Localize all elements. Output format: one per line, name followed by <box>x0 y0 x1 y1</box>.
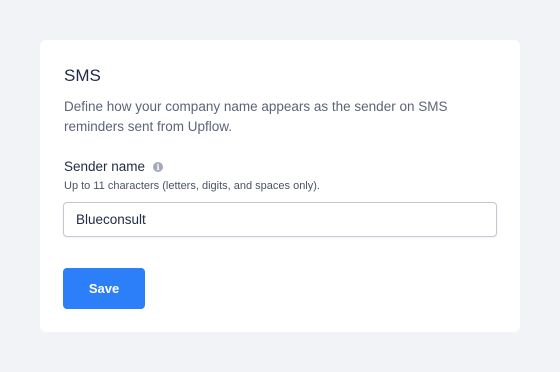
save-button[interactable]: Save <box>63 268 145 309</box>
info-icon[interactable]: i <box>153 161 164 172</box>
sender-name-hint: Up to 11 characters (letters, digits, an… <box>64 180 320 192</box>
section-description: Define how your company name appears as … <box>64 99 448 134</box>
section-title: SMS <box>64 66 101 85</box>
sender-name-input[interactable] <box>63 202 497 237</box>
sender-name-label: Sender name <box>64 159 146 174</box>
sender-name-label-row: Sender name i <box>64 159 164 174</box>
sms-settings-card: SMS Define how your company name appears… <box>40 40 520 332</box>
